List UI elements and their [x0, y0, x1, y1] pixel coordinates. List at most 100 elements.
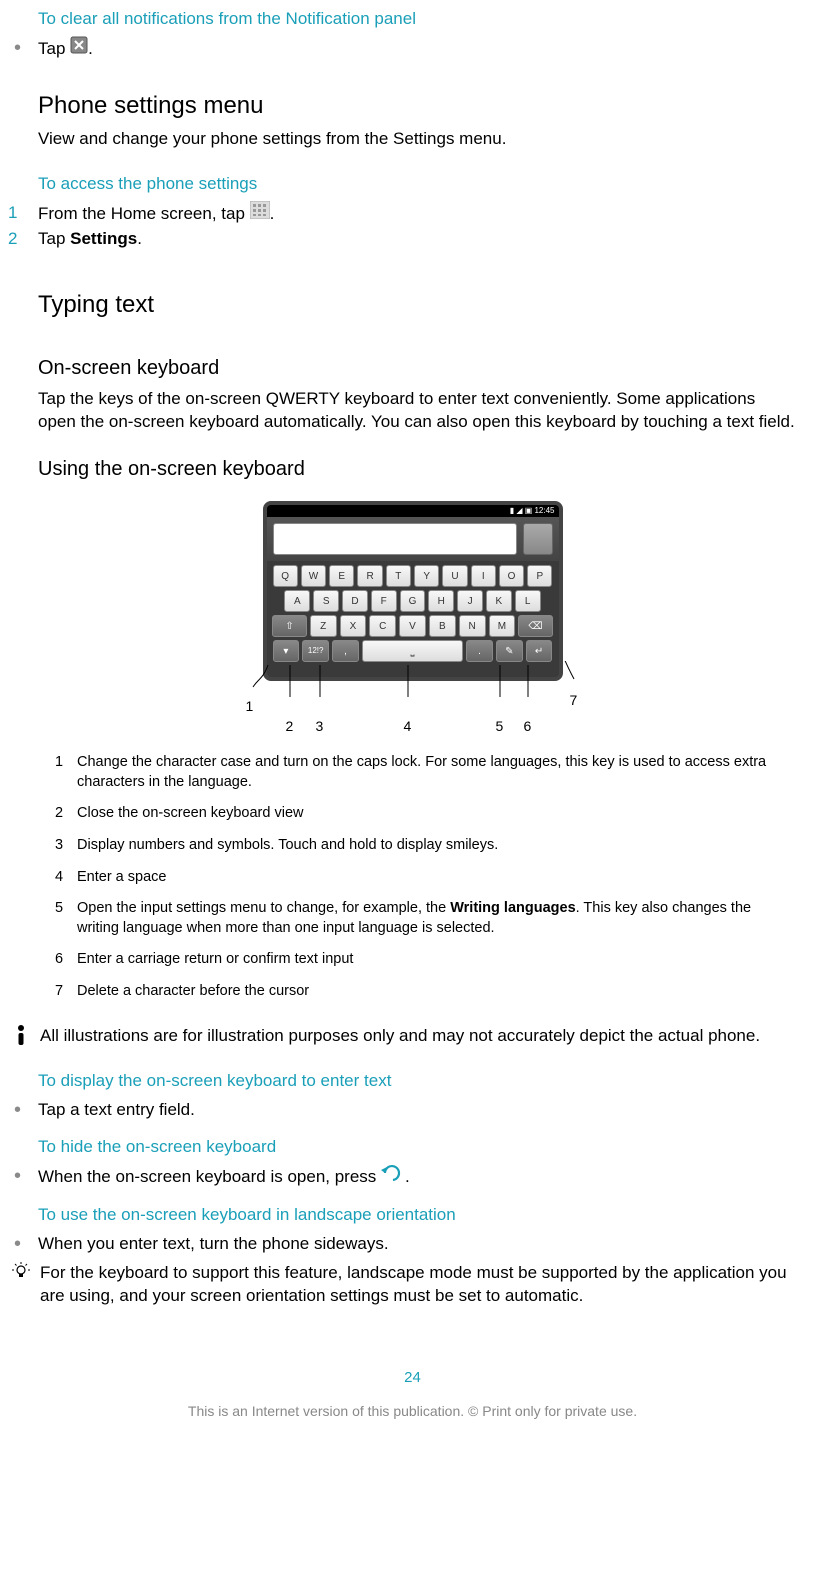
heading-using-osk: Using the on-screen keyboard	[38, 456, 825, 483]
legend-text: Enter a space	[77, 868, 795, 888]
kb-key: T	[386, 565, 411, 587]
heading-typing-text: Typing text	[38, 289, 825, 321]
callout-3: 3	[316, 717, 324, 736]
text-tap-suffix: .	[88, 39, 93, 58]
heading-hide-osk: To hide the on-screen keyboard	[38, 1136, 825, 1159]
warning-icon	[12, 1025, 30, 1052]
kb-row-4: ▾ 12!? , ⎵ . ✎ ↵	[273, 640, 553, 662]
step-hide: • When the on-screen keyboard is open, p…	[14, 1165, 795, 1190]
heading-display-osk: To display the on-screen keyboard to ent…	[38, 1070, 825, 1093]
comma-key: ,	[332, 640, 359, 662]
kb-key: L	[515, 590, 541, 612]
kb-key: Q	[273, 565, 298, 587]
text-input-box	[273, 523, 517, 555]
legend-text: Open the input settings menu to change, …	[77, 899, 795, 938]
text-osk-desc: Tap the keys of the on-screen QWERTY key…	[38, 388, 795, 434]
text-tap-prefix: Tap	[38, 39, 70, 58]
close-keyboard-key-icon: ▾	[273, 640, 300, 662]
keyboard-rows: Q W E R T Y U I O P A S D F G H J K L	[267, 561, 559, 671]
text-hide-prefix: When the on-screen keyboard is open, pre…	[38, 1167, 381, 1186]
bullet-icon: •	[14, 1165, 38, 1187]
page-number: 24	[0, 1368, 825, 1388]
legend-num: 2	[55, 804, 77, 824]
step-access-1: 1 From the Home screen, tap .	[8, 202, 795, 227]
kb-key: U	[442, 565, 467, 587]
legend-text: Close the on-screen keyboard view	[77, 804, 795, 824]
legend-num: 5	[55, 899, 77, 919]
kb-key: R	[357, 565, 382, 587]
legend-item: 4 Enter a space	[55, 868, 795, 888]
kb-row-2: A S D F G H J K L	[273, 590, 553, 612]
apps-grid-icon	[250, 201, 270, 226]
legend-num: 1	[55, 753, 77, 773]
legend-num: 3	[55, 836, 77, 856]
kb-key: M	[489, 615, 516, 637]
step-access-2: 2 Tap Settings.	[8, 228, 795, 251]
callout-7: 7	[570, 691, 578, 710]
tip-text: For the keyboard to support this feature…	[40, 1262, 795, 1308]
legend-item: 3 Display numbers and symbols. Touch and…	[55, 836, 795, 856]
phone-frame: ▮ ◢ ▣ 12:45 Q W E R T Y U I O P A S D	[263, 501, 563, 681]
kb-key: K	[486, 590, 512, 612]
bullet-icon: •	[14, 1099, 38, 1121]
settings-key-icon: ✎	[496, 640, 523, 662]
bullet-icon: •	[14, 37, 38, 59]
text-landscape: When you enter text, turn the phone side…	[38, 1233, 795, 1256]
text-step1-suffix: .	[270, 204, 275, 223]
footer-text: This is an Internet version of this publ…	[0, 1402, 825, 1421]
step-landscape: • When you enter text, turn the phone si…	[14, 1233, 795, 1256]
kb-key: A	[284, 590, 310, 612]
legend-num: 4	[55, 868, 77, 888]
legend-text: Change the character case and turn on th…	[77, 753, 795, 792]
kb-key: B	[429, 615, 456, 637]
callout-labels: 1 2 3 4 5 6 7	[248, 681, 578, 731]
heading-access-settings: To access the phone settings	[38, 173, 825, 196]
side-button-box	[523, 523, 553, 555]
legend-text: Delete a character before the cursor	[77, 982, 795, 1002]
kb-key: I	[471, 565, 496, 587]
heading-landscape: To use the on-screen keyboard in landsca…	[38, 1204, 825, 1227]
tip-note: For the keyboard to support this feature…	[12, 1262, 795, 1308]
text-step2-bold: Settings	[70, 229, 137, 248]
text-phone-settings-desc: View and change your phone settings from…	[38, 128, 795, 151]
warning-text: All illustrations are for illustration p…	[40, 1025, 760, 1048]
kb-key: X	[340, 615, 367, 637]
legend-num: 6	[55, 950, 77, 970]
kb-key: N	[459, 615, 486, 637]
callout-2: 2	[286, 717, 294, 736]
status-bar: ▮ ◢ ▣ 12:45	[267, 505, 559, 517]
shift-key-icon: ⇧	[272, 615, 306, 637]
bullet-icon: •	[14, 1233, 38, 1255]
kb-key: J	[457, 590, 483, 612]
text-step2-prefix: Tap	[38, 229, 70, 248]
callout-4: 4	[404, 717, 412, 736]
heading-on-screen-keyboard: On-screen keyboard	[38, 355, 825, 382]
kb-key: E	[329, 565, 354, 587]
kb-row-1: Q W E R T Y U I O P	[273, 565, 553, 587]
kb-key: F	[371, 590, 397, 612]
kb-key: C	[369, 615, 396, 637]
callout-5: 5	[496, 717, 504, 736]
status-time: 12:45	[534, 506, 554, 515]
backspace-key-icon: ⌫	[518, 615, 552, 637]
close-x-icon	[70, 36, 88, 61]
kb-row-3: ⇧ Z X C V B N M ⌫	[273, 615, 553, 637]
symbols-key: 12!?	[302, 640, 329, 662]
kb-key: H	[428, 590, 454, 612]
kb-key: S	[313, 590, 339, 612]
step-number: 1	[8, 202, 38, 225]
legend-item: 2 Close the on-screen keyboard view	[55, 804, 795, 824]
kb-key: G	[400, 590, 426, 612]
space-key: ⎵	[362, 640, 463, 662]
text-display: Tap a text entry field.	[38, 1099, 795, 1122]
enter-key-icon: ↵	[526, 640, 553, 662]
kb-key: D	[342, 590, 368, 612]
legend-num: 7	[55, 982, 77, 1002]
text-input-area	[267, 517, 559, 561]
kb-key: W	[301, 565, 326, 587]
kb-key: O	[499, 565, 524, 587]
step-clear-tap: • Tap .	[14, 37, 795, 62]
legend-item: 1 Change the character case and turn on …	[55, 753, 795, 792]
legend-item: 5 Open the input settings menu to change…	[55, 899, 795, 938]
back-arrow-icon	[381, 1164, 405, 1189]
